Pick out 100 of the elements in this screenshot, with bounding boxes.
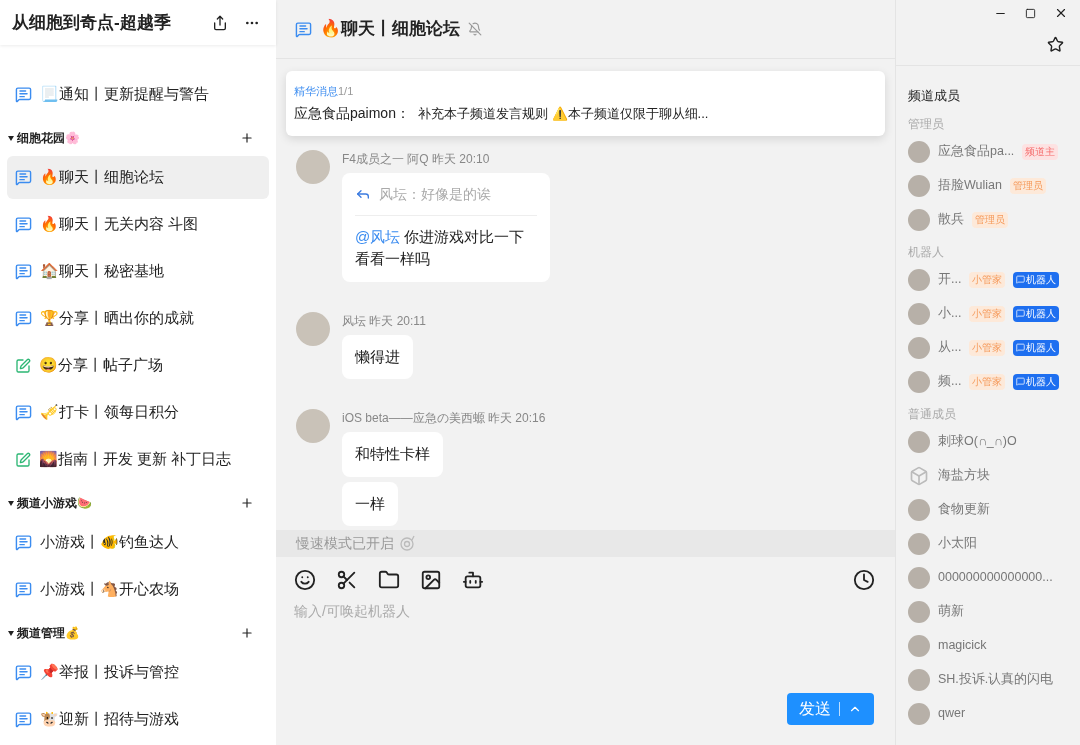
chat-bubble-icon — [15, 263, 32, 280]
avatar[interactable] — [908, 702, 930, 725]
add-icon[interactable] — [240, 496, 254, 510]
close-icon[interactable] — [1054, 6, 1068, 20]
role-tag: 机器人 — [1013, 305, 1060, 322]
caret-icon — [8, 630, 14, 636]
category-name[interactable]: 频道管理💰 — [17, 624, 240, 642]
pinned-author: 应急食品paimon： — [294, 103, 410, 123]
image-icon[interactable] — [420, 568, 442, 591]
channel-item[interactable]: 🎺打卡丨领每日积分 — [7, 391, 269, 434]
bot-tag-icon — [1016, 343, 1026, 352]
avatar[interactable] — [908, 208, 930, 231]
member-name[interactable]: 刺球O(∩_∩)O — [938, 432, 1017, 451]
channel-item[interactable]: 🐮迎新丨招待与游戏 — [7, 698, 269, 741]
channel-item[interactable]: 😀分享丨帖子广场 — [7, 344, 269, 387]
role-tag: 小管家 — [969, 305, 1006, 322]
add-icon[interactable] — [240, 131, 254, 145]
avatar[interactable] — [908, 498, 930, 521]
category-name[interactable]: 细胞花园🌸 — [17, 129, 240, 147]
member-name[interactable]: SH.投诉.认真的闪电 — [938, 670, 1054, 689]
member-name[interactable]: 应急食品pa... — [938, 142, 1015, 161]
role-tag: 小管家 — [969, 373, 1006, 390]
cube-avatar-icon[interactable] — [909, 465, 929, 486]
snail-icon — [398, 535, 416, 552]
chat-bubble-icon — [295, 20, 312, 38]
member-name[interactable]: 捂脸Wulian — [938, 176, 1002, 195]
avatar[interactable] — [908, 668, 930, 691]
folder-icon[interactable] — [378, 568, 400, 591]
avatar[interactable] — [908, 532, 930, 555]
caret-icon — [8, 135, 14, 141]
role-tag: 管理员 — [972, 211, 1008, 228]
message-text: 懒得进 — [355, 346, 400, 367]
share-icon[interactable] — [212, 14, 228, 31]
member-name[interactable]: qwer — [938, 704, 966, 723]
member-name[interactable]: 频... — [938, 372, 962, 391]
role-tag: 频道主 — [1022, 143, 1059, 160]
emoji-icon[interactable] — [294, 568, 316, 591]
member-name[interactable]: 小太阳 — [938, 534, 977, 553]
chat-bubble-icon — [15, 711, 32, 728]
member-name[interactable]: 萌新 — [938, 602, 964, 621]
maximize-icon[interactable] — [1025, 7, 1036, 19]
server-title: 从细胞到奇点-超越季 — [12, 11, 172, 34]
member-name[interactable]: 开... — [938, 270, 962, 289]
avatar[interactable] — [908, 600, 930, 623]
channel-item[interactable]: 📃通知丨更新提醒与警告 — [7, 73, 269, 116]
member-name[interactable]: 散兵 — [938, 210, 964, 229]
edit-square-icon — [15, 357, 31, 374]
channel-item[interactable]: 小游戏丨🐴开心农场 — [7, 568, 269, 611]
channel-item[interactable]: 📌举报丨投诉与管控 — [7, 651, 269, 694]
avatar[interactable] — [908, 268, 930, 291]
channel-item[interactable]: 🏠聊天丨秘密基地 — [7, 250, 269, 293]
avatar[interactable] — [908, 430, 930, 453]
avatar[interactable] — [908, 370, 930, 393]
member-section-label: 普通成员 — [908, 405, 957, 423]
chat-bubble-icon — [15, 534, 32, 551]
avatar[interactable] — [908, 634, 930, 657]
member-name[interactable]: 从... — [938, 338, 962, 357]
caret-icon — [8, 500, 14, 506]
member-name[interactable]: magicick — [938, 636, 987, 655]
send-button[interactable]: 发送 — [787, 693, 874, 725]
channel-item[interactable]: 🔥聊天丨无关内容 斗图 — [7, 203, 269, 246]
avatar[interactable] — [296, 149, 330, 184]
bot-tag-icon — [1016, 309, 1026, 318]
bot-tag-icon — [1016, 275, 1026, 284]
pinned-label: 精华消息 — [294, 84, 338, 99]
channel-item[interactable]: 小游戏丨🐠钓鱼达人 — [7, 521, 269, 564]
member-name[interactable]: 食物更新 — [938, 500, 990, 519]
role-tag: 机器人 — [1013, 271, 1060, 288]
member-name[interactable]: 海盐方块 — [938, 466, 990, 485]
bell-off-icon[interactable] — [468, 22, 482, 36]
member-name[interactable]: 小... — [938, 304, 962, 323]
pinned-message-card[interactable]: 精华消息1/1 应急食品paimon： 补充本子频道发言规则 ⚠本子频道仅限于聊从细... — [286, 71, 885, 136]
member-section-label: 机器人 — [908, 243, 945, 261]
avatar[interactable] — [296, 311, 330, 346]
channel-item[interactable]: 🌄指南丨开发 更新 补丁日志 — [7, 438, 269, 481]
avatar[interactable] — [296, 409, 330, 443]
pinned-text: 补充本子频道发言规则 ⚠本子频道仅限于聊从细... — [417, 104, 709, 123]
role-tag: 小管家 — [969, 271, 1006, 288]
bot-tag-icon — [1016, 377, 1026, 386]
avatar[interactable] — [908, 566, 930, 589]
member-section-label: 管理员 — [908, 115, 945, 133]
member-name[interactable]: 000000000000000... — [938, 568, 1053, 587]
channel-item[interactable]: 🔥聊天丨细胞论坛 — [7, 156, 269, 199]
message-input[interactable]: 输入/可唤起机器人 — [294, 600, 877, 622]
chat-bubble-icon — [15, 310, 32, 327]
channel-item[interactable]: 🏆分享丨晒出你的成就 — [7, 297, 269, 340]
chat-bubble-icon — [15, 169, 32, 186]
message-meta: F4成员之一 阿Q 昨天 20:10 — [342, 150, 491, 168]
avatar[interactable] — [908, 174, 930, 197]
clock-icon[interactable] — [853, 568, 875, 591]
category-name[interactable]: 频道小游戏🍉 — [17, 494, 240, 512]
message-text: @风坛 你进游戏对比一下看看一样吗 — [355, 226, 526, 269]
role-tag: 机器人 — [1013, 373, 1060, 390]
avatar[interactable] — [908, 140, 930, 163]
star-icon[interactable] — [1047, 36, 1064, 53]
quoted-text: 风坛：好像是的诶 — [379, 184, 491, 204]
add-icon[interactable] — [240, 626, 254, 640]
avatar[interactable] — [908, 302, 930, 325]
avatar[interactable] — [908, 336, 930, 359]
scissors-icon[interactable] — [336, 568, 358, 591]
